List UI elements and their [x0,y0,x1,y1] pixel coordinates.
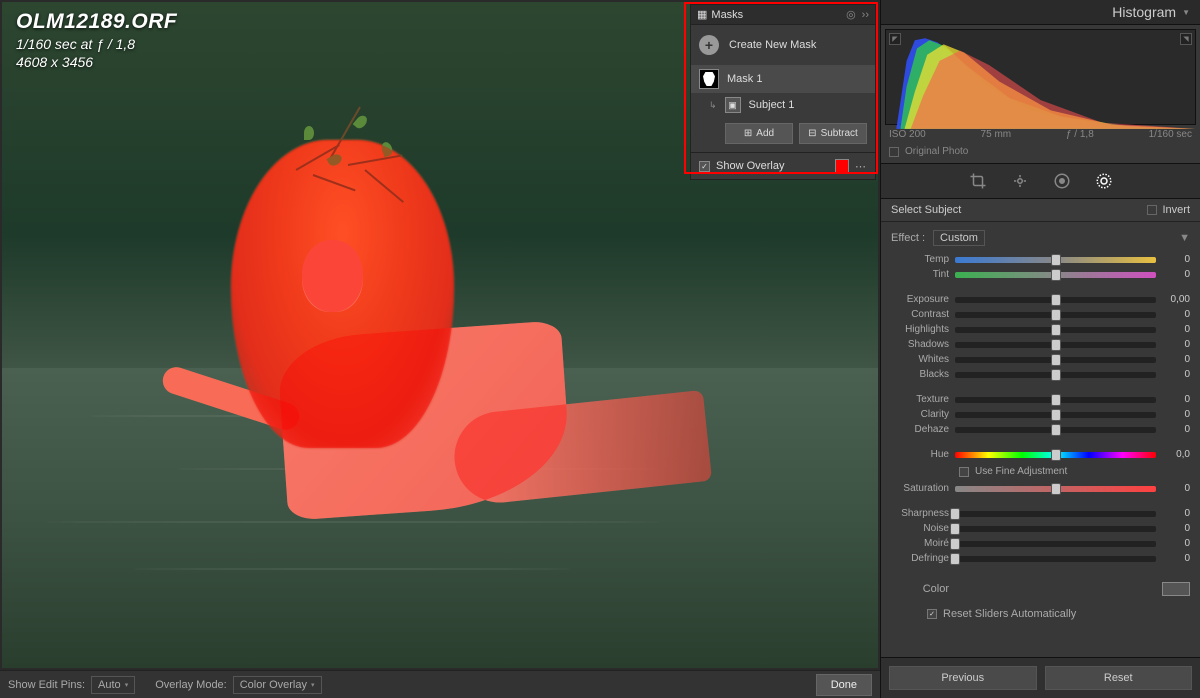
slider-moire[interactable]: Moiré0 [891,536,1190,551]
histogram-title: Histogram [1112,4,1176,20]
bottom-button-row: Previous Reset [881,657,1200,698]
masking-tool-icon[interactable] [1095,172,1113,190]
right-panel: Histogram ▼ ◤ ◥ ISO 200 75 mm ƒ / 1,8 1/… [880,0,1200,698]
histogram-chart [886,30,1195,129]
overlay-mode-dropdown[interactable]: Color Overlay▾ [233,676,322,694]
tree-connector-icon: ↳ [709,100,717,111]
chevron-icon: ▾ [311,681,315,689]
subject-1-label: Subject 1 [749,99,795,111]
slider-exposure[interactable]: Exposure0,00 [891,292,1190,307]
histogram-header[interactable]: Histogram ▼ [881,0,1200,25]
meta-shutter: 1/160 sec [1149,129,1192,140]
fine-adjustment-row[interactable]: Use Fine Adjustment [891,462,1190,481]
slider-blacks[interactable]: Blacks0 [891,367,1190,382]
meta-aperture: ƒ / 1,8 [1066,129,1094,140]
slider-contrast[interactable]: Contrast0 [891,307,1190,322]
show-overlay-checkbox[interactable]: ✓ [699,161,710,172]
dimensions-info: 4608 x 3456 [16,54,177,70]
tool-strip [881,163,1200,199]
mask-add-button[interactable]: ⊞Add [725,123,793,144]
mask-1-row[interactable]: Mask 1 [691,65,875,93]
overlay-more-icon[interactable]: ⋯ [855,160,867,173]
crop-tool-icon[interactable] [969,172,987,190]
mask-subtract-button[interactable]: ⊟Subtract [799,123,867,144]
original-photo-row[interactable]: Original Photo [881,144,1200,163]
effect-label: Effect : [891,232,925,244]
slider-clarity[interactable]: Clarity0 [891,407,1190,422]
slider-hue[interactable]: Hue0,0 [891,447,1190,462]
panel-collapse-icon[interactable]: ▼ [1179,232,1190,244]
create-mask-label: Create New Mask [729,39,816,51]
invert-checkbox[interactable] [1147,205,1157,215]
subtract-icon: ⊟ [808,128,816,139]
collapse-icon[interactable]: ▼ [1182,8,1190,17]
main-viewer-area: OLM12189.ORF 1/160 sec at ƒ / 1,8 4608 x… [0,0,880,698]
slider-sharpness[interactable]: Sharpness0 [891,506,1190,521]
show-overlay-row[interactable]: ✓ Show Overlay ⋯ [691,152,875,179]
photo-subject [160,122,668,575]
masks-panel-header[interactable]: ▦ Masks ◎ ›› [691,5,875,25]
reset-button[interactable]: Reset [1045,666,1193,690]
color-picker-swatch[interactable] [1162,582,1190,596]
masks-title: Masks [711,9,743,21]
adjustment-sliders: Effect : Custom ▼ Temp0 Tint0 Exposure0,… [881,222,1200,657]
reset-auto-row[interactable]: ✓ Reset Sliders Automatically [891,602,1190,624]
heal-tool-icon[interactable] [1011,172,1029,190]
plus-icon: + [699,35,719,55]
done-button[interactable]: Done [816,674,872,696]
slider-noise[interactable]: Noise0 [891,521,1190,536]
exif-meta: ISO 200 75 mm ƒ / 1,8 1/160 sec [881,129,1200,144]
color-swatch-row[interactable]: Color [891,576,1190,602]
overlay-color-swatch[interactable] [835,159,849,173]
masks-panel[interactable]: ▦ Masks ◎ ›› + Create New Mask Mask 1 ↳ … [690,4,876,180]
mask-thumb [699,69,719,89]
filename: OLM12189.ORF [16,10,177,34]
previous-button[interactable]: Previous [889,666,1037,690]
slider-dehaze[interactable]: Dehaze0 [891,422,1190,437]
histogram[interactable]: ◤ ◥ [885,29,1196,125]
invert-label: Invert [1162,204,1190,216]
add-icon: ⊞ [744,128,752,139]
fine-adj-checkbox[interactable] [959,467,969,477]
mask-1-label: Mask 1 [727,73,762,85]
show-overlay-label: Show Overlay [716,160,784,172]
show-pins-dropdown[interactable]: Auto▾ [91,676,135,694]
slider-texture[interactable]: Texture0 [891,392,1190,407]
image-info-overlay: OLM12189.ORF 1/160 sec at ƒ / 1,8 4608 x… [16,10,177,70]
subject-icon: ▣ [725,97,741,113]
slider-shadows[interactable]: Shadows0 [891,337,1190,352]
show-pins-label: Show Edit Pins: [8,679,85,691]
subject-1-row[interactable]: ↳ ▣ Subject 1 [691,93,875,117]
redeye-tool-icon[interactable] [1053,172,1071,190]
meta-iso: ISO 200 [889,129,926,140]
masks-icon: ▦ [697,8,707,21]
meta-focal: 75 mm [981,129,1012,140]
create-new-mask[interactable]: + Create New Mask [691,25,875,65]
image-viewer[interactable]: OLM12189.ORF 1/160 sec at ƒ / 1,8 4608 x… [2,2,878,668]
effect-value[interactable]: Custom [933,230,985,246]
effect-preset-row[interactable]: Effect : Custom ▼ [891,226,1190,252]
overlay-mode-label: Overlay Mode: [155,679,227,691]
viewer-bottom-bar: Show Edit Pins: Auto▾ Overlay Mode: Colo… [0,670,880,698]
select-subject-header[interactable]: Select Subject Invert [881,199,1200,222]
slider-temp[interactable]: Temp0 [891,252,1190,267]
masks-collapse-icon[interactable]: ›› [862,9,869,21]
slider-defringe[interactable]: Defringe0 [891,551,1190,566]
slider-whites[interactable]: Whites0 [891,352,1190,367]
exposure-info: 1/160 sec at ƒ / 1,8 [16,36,177,52]
slider-saturation[interactable]: Saturation0 [891,481,1190,496]
slider-highlights[interactable]: Highlights0 [891,322,1190,337]
select-subject-label: Select Subject [891,204,961,216]
reset-auto-checkbox[interactable]: ✓ [927,609,937,619]
masks-eye-icon[interactable]: ◎ [846,8,856,21]
slider-tint[interactable]: Tint0 [891,267,1190,282]
chevron-icon: ▾ [125,681,129,689]
original-checkbox[interactable] [889,147,899,157]
